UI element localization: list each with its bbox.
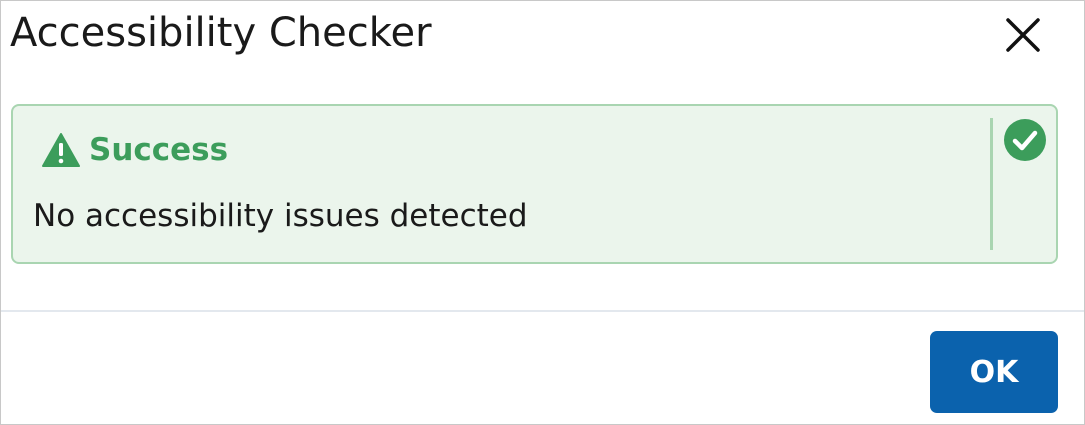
ok-button[interactable]: OK [930,331,1058,413]
alert-message: No accessibility issues detected [33,198,528,234]
alert-heading: Success [42,130,228,170]
alert-divider [990,118,993,250]
check-circle-icon [1004,119,1046,161]
footer-divider [1,310,1084,312]
close-button[interactable] [999,13,1047,57]
dialog-title: Accessibility Checker [10,10,432,56]
success-alert: Success No accessibility issues detected [11,104,1058,264]
alert-title: Success [89,132,229,168]
close-icon [1006,18,1040,52]
accessibility-checker-dialog: Accessibility Checker Success No accessi… [0,0,1085,425]
warning-triangle-icon [42,133,80,167]
